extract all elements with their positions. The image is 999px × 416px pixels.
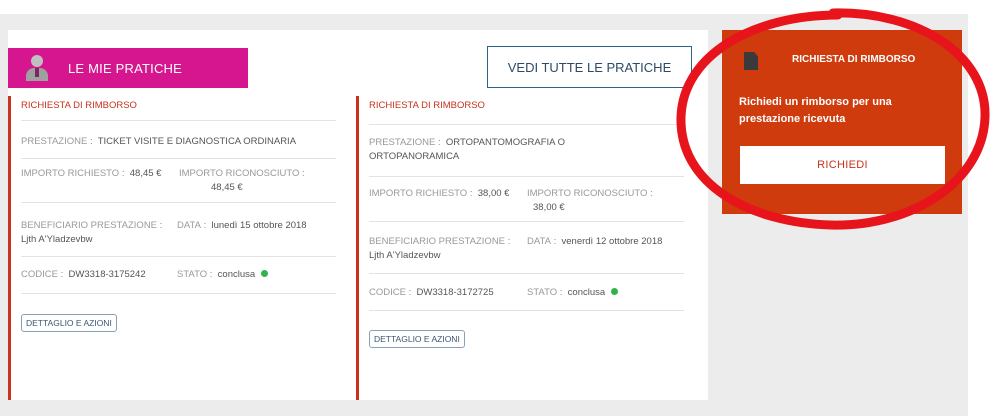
stato-label: STATO	[527, 287, 558, 298]
codice-value: DW3318-3175242	[68, 269, 146, 280]
status-dot-icon	[260, 270, 268, 277]
importo-riconosciuto-label: IMPORTO RICONOSCIUTO	[527, 188, 648, 199]
richiedi-button[interactable]: RICHIEDI	[740, 146, 945, 184]
data-label: DATA	[177, 220, 201, 231]
divider	[369, 310, 684, 311]
divider	[369, 176, 684, 177]
le-mie-pratiche-label: LE MIE PRATICHE	[68, 60, 183, 76]
codice: CODICE : DW3318-3172725	[369, 287, 494, 298]
dettaglio-azioni-button[interactable]: DETTAGLIO E AZIONI	[369, 330, 465, 348]
dettaglio-azioni-button[interactable]: DETTAGLIO E AZIONI	[21, 314, 117, 332]
pratica-card: RICHIESTA DI RIMBORSO PRESTAZIONE : TICK…	[8, 96, 346, 400]
divider	[369, 221, 684, 222]
vedi-tutte-pratiche-button[interactable]: VEDI TUTTE LE PRATICHE	[487, 46, 692, 88]
importo-riconosciuto-label: IMPORTO RICONOSCIUTO	[179, 168, 300, 179]
stato: STATO : conclusa	[177, 268, 338, 282]
divider	[21, 158, 336, 159]
importo-richiesto: IMPORTO RICHIESTO : 38,00 €	[369, 188, 510, 199]
card-title: RICHIESTA DI RIMBORSO	[369, 100, 485, 111]
stato-value: conclusa	[567, 287, 606, 298]
importo-richiesto-label: IMPORTO RICHIESTO	[369, 188, 468, 199]
importo-riconosciuto-value: 38,00 €	[533, 202, 565, 213]
divider	[21, 120, 336, 121]
divider	[21, 256, 336, 257]
prestazione-label: PRESTAZIONE	[21, 136, 88, 147]
side-panel-title: RICHIESTA DI RIMBORSO	[792, 54, 916, 65]
data: DATA : venerdì 12 ottobre 2018	[527, 236, 663, 247]
card-title: RICHIESTA DI RIMBORSO	[21, 100, 137, 111]
document-icon	[744, 52, 758, 70]
importo-richiesto-value: 38,00 €	[477, 188, 510, 199]
codice: CODICE : DW3318-3175242	[21, 269, 146, 280]
user-icon	[26, 55, 48, 81]
richiesta-rimborso-panel: RICHIESTA DI RIMBORSO Richiedi un rimbor…	[722, 30, 962, 214]
stato-value: conclusa	[217, 269, 256, 280]
le-mie-pratiche-button[interactable]: LE MIE PRATICHE	[8, 48, 248, 88]
importo-richiesto-value: 48,45 €	[129, 168, 162, 179]
codice-value: DW3318-3172725	[416, 287, 494, 298]
prestazione-value: TICKET VISITE E DIAGNOSTICA ORDINARIA	[97, 136, 297, 147]
beneficiario: BENEFICIARIO PRESTAZIONE : Ljth A'Yladze…	[369, 236, 511, 261]
prestazione-row: PRESTAZIONE : TICKET VISITE E DIAGNOSTIC…	[21, 136, 297, 147]
beneficiario-value: Ljth A'Yladzevbw	[369, 250, 441, 261]
importo-riconosciuto: IMPORTO RICONOSCIUTO : 38,00 €	[527, 188, 653, 213]
data-label: DATA	[527, 236, 551, 247]
importo-riconosciuto: IMPORTO RICONOSCIUTO : 48,45 €	[179, 168, 305, 193]
codice-label: CODICE	[369, 287, 406, 298]
beneficiario: BENEFICIARIO PRESTAZIONE : Ljth A'Yladze…	[21, 220, 163, 245]
beneficiario-label: BENEFICIARIO PRESTAZIONE	[21, 220, 158, 231]
divider	[369, 124, 684, 125]
status-dot-icon	[610, 288, 618, 295]
codice-label: CODICE	[21, 269, 58, 280]
divider	[369, 273, 684, 274]
divider	[21, 202, 336, 203]
data: DATA : lunedì 15 ottobre 2018	[177, 220, 307, 231]
stato: STATO : conclusa	[527, 286, 686, 300]
prestazione-label: PRESTAZIONE	[369, 137, 436, 148]
stato-label: STATO	[177, 269, 208, 280]
beneficiario-label: BENEFICIARIO PRESTAZIONE	[369, 236, 506, 247]
prestazione-row: PRESTAZIONE : ORTOPANTOMOGRAFIA O ORTOPA…	[369, 137, 566, 162]
importo-richiesto: IMPORTO RICHIESTO : 48,45 €	[21, 168, 162, 179]
importo-riconosciuto-value: 48,45 €	[211, 182, 243, 193]
importo-richiesto-label: IMPORTO RICHIESTO	[21, 168, 120, 179]
data-value: venerdì 12 ottobre 2018	[561, 236, 663, 247]
beneficiario-value: Ljth A'Yladzevbw	[21, 234, 93, 245]
side-panel-description: Richiedi un rimborso per una prestazione…	[739, 96, 892, 125]
pratica-card: RICHIESTA DI RIMBORSO PRESTAZIONE : ORTO…	[356, 96, 694, 400]
data-value: lunedì 15 ottobre 2018	[211, 220, 307, 231]
divider	[21, 293, 336, 294]
